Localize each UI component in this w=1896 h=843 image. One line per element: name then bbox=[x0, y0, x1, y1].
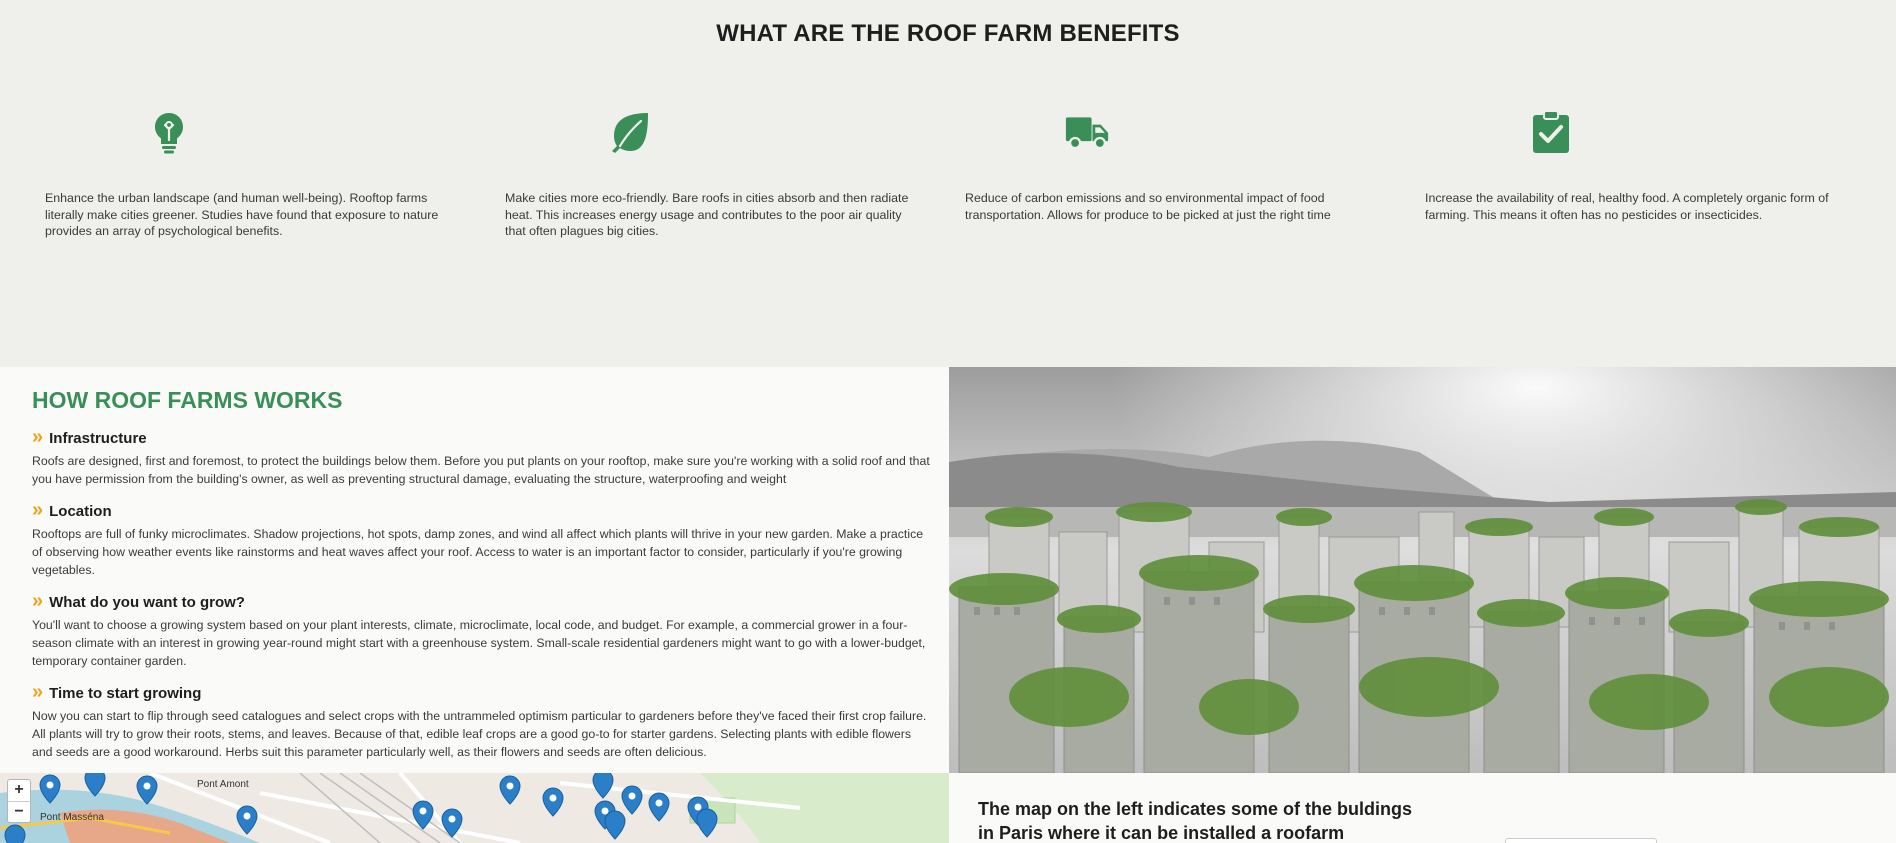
map-label: Pont Amont bbox=[197, 779, 249, 790]
chevron-double-right-icon: » bbox=[32, 681, 44, 703]
how-item: » Location Rooftops are full of funky mic… bbox=[32, 499, 932, 579]
how-item-body: Rooftops are full of funky microclimates… bbox=[32, 527, 924, 577]
map-zoom-control: + − bbox=[7, 779, 31, 823]
map-label: Pont Masséna bbox=[40, 812, 104, 823]
clipboard-check-icon bbox=[1529, 110, 1573, 154]
how-item-heading: What do you want to grow? bbox=[49, 594, 245, 611]
benefits-title: WHAT ARE THE ROOF FARM BENEFITS bbox=[716, 20, 1180, 47]
map-caption-panel: The map on the left indicates some of th… bbox=[949, 773, 1896, 843]
chevron-double-right-icon: » bbox=[32, 426, 44, 448]
how-item: » Infrastructure Roofs are designed, firs… bbox=[32, 426, 932, 488]
how-item: » What do you want to grow? You'll want t… bbox=[32, 590, 932, 670]
how-item-heading: Infrastructure bbox=[49, 430, 147, 447]
map-caption: The map on the left indicates some of th… bbox=[978, 799, 1413, 843]
panel-edge bbox=[1505, 838, 1657, 843]
how-item-heading: Location bbox=[49, 503, 112, 520]
how-item: » Time to start growing Now you can start… bbox=[32, 681, 932, 761]
zoom-out-button[interactable]: − bbox=[8, 801, 30, 822]
truck-icon bbox=[1065, 110, 1109, 154]
how-item-heading: Time to start growing bbox=[49, 685, 202, 702]
how-section: HOW ROOF FARMS WORKS » Infrastructure Roo… bbox=[0, 367, 949, 773]
how-item-body: Roofs are designed, first and foremost, … bbox=[32, 454, 930, 486]
paris-map[interactable]: Pont Amont Pont Masséna + − bbox=[0, 773, 949, 843]
how-item-body: You'll want to choose a growing system b… bbox=[32, 618, 926, 668]
benefit-text: Reduce of carbon emissions and so enviro… bbox=[965, 191, 1331, 222]
leaf-icon bbox=[608, 110, 652, 154]
green-city-photo bbox=[949, 367, 1896, 773]
chevron-double-right-icon: » bbox=[32, 499, 44, 521]
how-title: HOW ROOF FARMS WORKS bbox=[32, 387, 343, 413]
zoom-in-button[interactable]: + bbox=[8, 780, 30, 801]
benefits-section: WHAT ARE THE ROOF FARM BENEFITS Enhance … bbox=[0, 0, 1896, 367]
benefit-text: Enhance the urban landscape (and human w… bbox=[45, 191, 439, 238]
chevron-double-right-icon: » bbox=[32, 590, 44, 612]
lightbulb-icon bbox=[147, 110, 191, 154]
benefit-text: Make cities more eco-friendly. Bare roof… bbox=[505, 191, 909, 238]
how-item-body: Now you can start to flip through seed c… bbox=[32, 709, 927, 759]
benefit-text: Increase the availability of real, healt… bbox=[1425, 191, 1829, 222]
map-marker-icon bbox=[4, 824, 26, 843]
